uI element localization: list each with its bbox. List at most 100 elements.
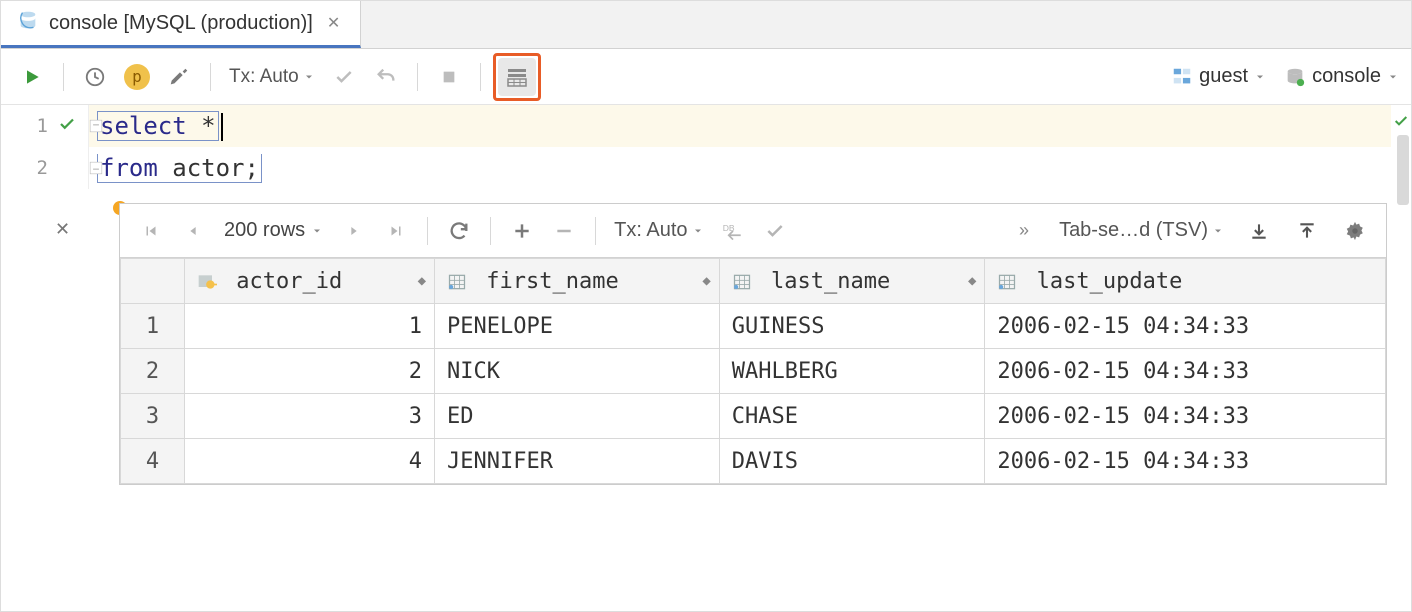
cell-last-update[interactable]: 2006-02-15 04:34:33 [985,394,1386,439]
schema-icon [1171,66,1193,88]
schema-selector[interactable]: guest [1171,65,1266,88]
line-number: 1 [37,115,48,137]
more-button[interactable]: » [1005,212,1043,250]
cell-first-name[interactable]: JENNIFER [435,439,720,484]
rollback-button[interactable] [367,58,405,96]
cell-actor-id[interactable]: 3 [185,394,435,439]
row-number: 3 [121,394,185,439]
column-header-first-name[interactable]: first_name ◆ [435,259,720,304]
remove-row-button[interactable] [545,212,583,250]
session-selector[interactable]: console [1284,65,1399,88]
session-name: console [1312,65,1381,88]
last-page-button[interactable] [377,212,415,250]
table-row[interactable]: 44JENNIFERDAVIS2006-02-15 04:34:33 [121,439,1386,484]
code-line[interactable]: from actor; [89,147,1411,189]
cell-last-name[interactable]: CHASE [719,394,985,439]
separator [427,217,428,245]
cell-last-update[interactable]: 2006-02-15 04:34:33 [985,439,1386,484]
column-name: last_update [1037,269,1183,294]
cell-first-name[interactable]: ED [435,394,720,439]
separator [417,63,418,91]
results-toolbar: 200 rows Tx: Auto DB » Tab-se…d (TSV) [120,204,1386,258]
primary-key-icon [197,272,217,292]
parameters-button[interactable]: p [118,58,156,96]
scrollbar[interactable] [1397,135,1409,205]
text-cursor [221,113,223,141]
table-row[interactable]: 22NICKWAHLBERG2006-02-15 04:34:33 [121,349,1386,394]
cell-last-name[interactable]: DAVIS [719,439,985,484]
tab-title: console [MySQL (production)] [49,12,313,35]
export-format-dropdown[interactable]: Tab-se…d (TSV) [1053,219,1230,242]
rows-count-label: 200 rows [224,219,305,242]
row-number: 2 [121,349,185,394]
separator [490,217,491,245]
fold-handle-icon[interactable] [89,161,103,178]
cell-actor-id[interactable]: 1 [185,304,435,349]
editor-right-gutter [1391,105,1411,189]
results-tx-label: Tx: Auto [614,219,687,242]
run-button[interactable] [13,58,51,96]
results-tx-dropdown[interactable]: Tx: Auto [608,219,709,242]
sql-editor[interactable]: 1 2 select * from actor; [1,105,1411,189]
in-editor-results-toggle[interactable] [493,53,541,101]
cell-first-name[interactable]: NICK [435,349,720,394]
cell-actor-id[interactable]: 2 [185,349,435,394]
column-header-actor-id[interactable]: actor_id ◆ [185,259,435,304]
column-header-last-name[interactable]: last_name ◆ [719,259,985,304]
table-row[interactable]: 11PENELOPEGUINESS2006-02-15 04:34:33 [121,304,1386,349]
export-button[interactable] [1240,212,1278,250]
database-icon [17,9,39,37]
table-row[interactable]: 33EDCHASE2006-02-15 04:34:33 [121,394,1386,439]
cell-actor-id[interactable]: 4 [185,439,435,484]
row-number-header[interactable] [121,259,185,304]
sort-icon[interactable]: ◆ [418,273,426,289]
prev-page-button[interactable] [174,212,212,250]
cell-first-name[interactable]: PENELOPE [435,304,720,349]
table-settings-button[interactable] [1336,212,1374,250]
stop-button[interactable] [430,58,468,96]
sort-icon[interactable]: ◆ [968,273,976,289]
commit-results-button[interactable] [756,212,794,250]
rows-count-dropdown[interactable]: 200 rows [216,219,331,242]
commit-button[interactable] [325,58,363,96]
code-line[interactable]: select * [89,105,1411,147]
settings-button[interactable] [160,58,198,96]
tx-mode-label: Tx: Auto [229,66,299,88]
cell-last-update[interactable]: 2006-02-15 04:34:33 [985,349,1386,394]
table-view-icon [505,65,529,89]
column-name: last_name [771,269,890,294]
row-number: 1 [121,304,185,349]
cell-last-name[interactable]: WAHLBERG [719,349,985,394]
separator [210,63,211,91]
line-number: 2 [37,157,48,179]
schema-name: guest [1199,65,1248,88]
results-panel: 200 rows Tx: Auto DB » Tab-se…d (TSV) [119,203,1387,485]
tab-console[interactable]: console [MySQL (production)] ✕ [1,1,361,48]
cell-last-update[interactable]: 2006-02-15 04:34:33 [985,304,1386,349]
editor-gutter: 1 2 [1,105,89,189]
submit-button[interactable]: DB [714,212,752,250]
column-icon [447,272,467,292]
cell-last-name[interactable]: GUINESS [719,304,985,349]
import-button[interactable] [1288,212,1326,250]
close-results-button[interactable]: ✕ [55,219,70,240]
fold-handle-icon[interactable] [89,119,103,136]
tab-bar: console [MySQL (production)] ✕ [1,1,1411,49]
next-page-button[interactable] [335,212,373,250]
history-button[interactable] [76,58,114,96]
close-icon[interactable]: ✕ [323,13,344,33]
reload-button[interactable] [440,212,478,250]
keyword: from [100,154,158,182]
add-row-button[interactable] [503,212,541,250]
separator [63,63,64,91]
separator [595,217,596,245]
tx-mode-dropdown[interactable]: Tx: Auto [223,66,321,88]
first-page-button[interactable] [132,212,170,250]
check-icon [1393,113,1409,132]
separator [480,63,481,91]
column-header-last-update[interactable]: last_update [985,259,1386,304]
export-format-label: Tab-se…d (TSV) [1059,219,1208,242]
column-icon [732,272,752,292]
sort-icon[interactable]: ◆ [702,273,710,289]
chevron-down-icon [303,71,315,83]
